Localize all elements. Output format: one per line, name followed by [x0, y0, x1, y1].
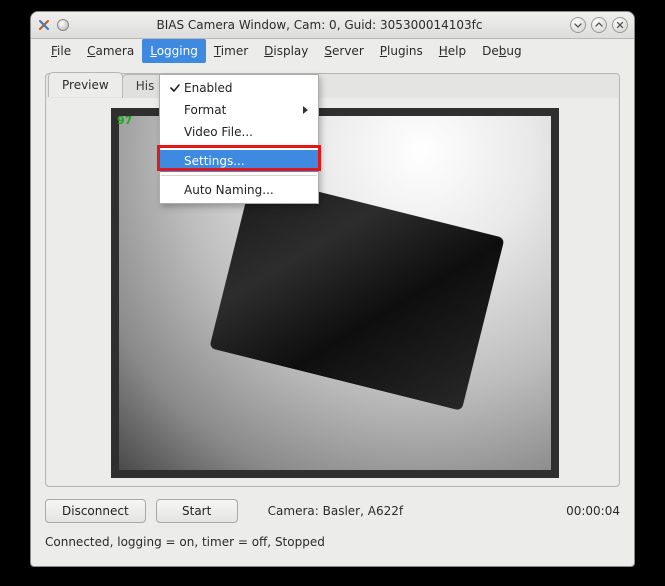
menu-help[interactable]: Help	[431, 39, 474, 63]
menu-server[interactable]: Server	[316, 39, 371, 63]
logging-video-file-label: Video File...	[184, 125, 308, 139]
menu-separator	[161, 175, 317, 176]
titlebar-right-controls	[570, 17, 628, 33]
menubar: File Camera Logging Timer Display Server…	[31, 39, 634, 63]
menu-logging[interactable]: Logging	[142, 39, 206, 63]
app-menu-icon[interactable]	[37, 18, 51, 32]
timecode: 00:00:04	[566, 504, 620, 518]
camera-label: Camera: Basler, A622f	[268, 504, 403, 518]
logging-auto-naming[interactable]: Auto Naming...	[160, 179, 318, 201]
logging-format-label: Format	[184, 103, 303, 117]
pin-icon[interactable]	[57, 19, 69, 31]
tabhost: Preview His 97 Enabled Format	[45, 73, 620, 487]
disconnect-button[interactable]: Disconnect	[45, 499, 146, 523]
logging-auto-naming-label: Auto Naming...	[184, 183, 308, 197]
tabstrip: Preview His	[48, 72, 167, 97]
status-bar: Connected, logging = on, timer = off, St…	[45, 535, 620, 549]
logging-video-file[interactable]: Video File...	[160, 121, 318, 143]
logging-enabled-label: Enabled	[184, 81, 308, 95]
logging-format[interactable]: Format	[160, 99, 318, 121]
titlebar[interactable]: BIAS Camera Window, Cam: 0, Guid: 305300…	[31, 12, 634, 39]
close-button[interactable]	[612, 17, 628, 33]
minimize-button[interactable]	[570, 17, 586, 33]
logging-dropdown: Enabled Format Video File... Settings...	[159, 74, 319, 204]
check-icon	[166, 82, 184, 94]
maximize-button[interactable]	[591, 17, 607, 33]
logging-settings[interactable]: Settings...	[160, 150, 318, 172]
app-window: BIAS Camera Window, Cam: 0, Guid: 305300…	[30, 11, 635, 567]
submenu-arrow-icon	[303, 106, 308, 114]
tab-body: 97	[47, 98, 618, 485]
titlebar-left-controls	[37, 18, 69, 32]
bottom-bar: Disconnect Start Camera: Basler, A622f 0…	[45, 499, 620, 523]
logging-settings-label: Settings...	[184, 154, 308, 168]
menu-timer[interactable]: Timer	[206, 39, 256, 63]
menu-plugins[interactable]: Plugins	[372, 39, 431, 63]
menu-debug[interactable]: Debug	[474, 39, 529, 63]
menu-separator	[161, 146, 317, 147]
window-title: BIAS Camera Window, Cam: 0, Guid: 305300…	[69, 18, 570, 32]
logging-enabled[interactable]: Enabled	[160, 77, 318, 99]
menu-camera[interactable]: Camera	[79, 39, 142, 63]
menu-file[interactable]: File	[43, 39, 79, 63]
menu-display[interactable]: Display	[256, 39, 316, 63]
fps-overlay: 97	[117, 114, 132, 127]
start-button[interactable]: Start	[156, 499, 238, 523]
tab-preview[interactable]: Preview	[48, 72, 123, 97]
client-area: Preview His 97 Enabled Format	[31, 63, 634, 566]
